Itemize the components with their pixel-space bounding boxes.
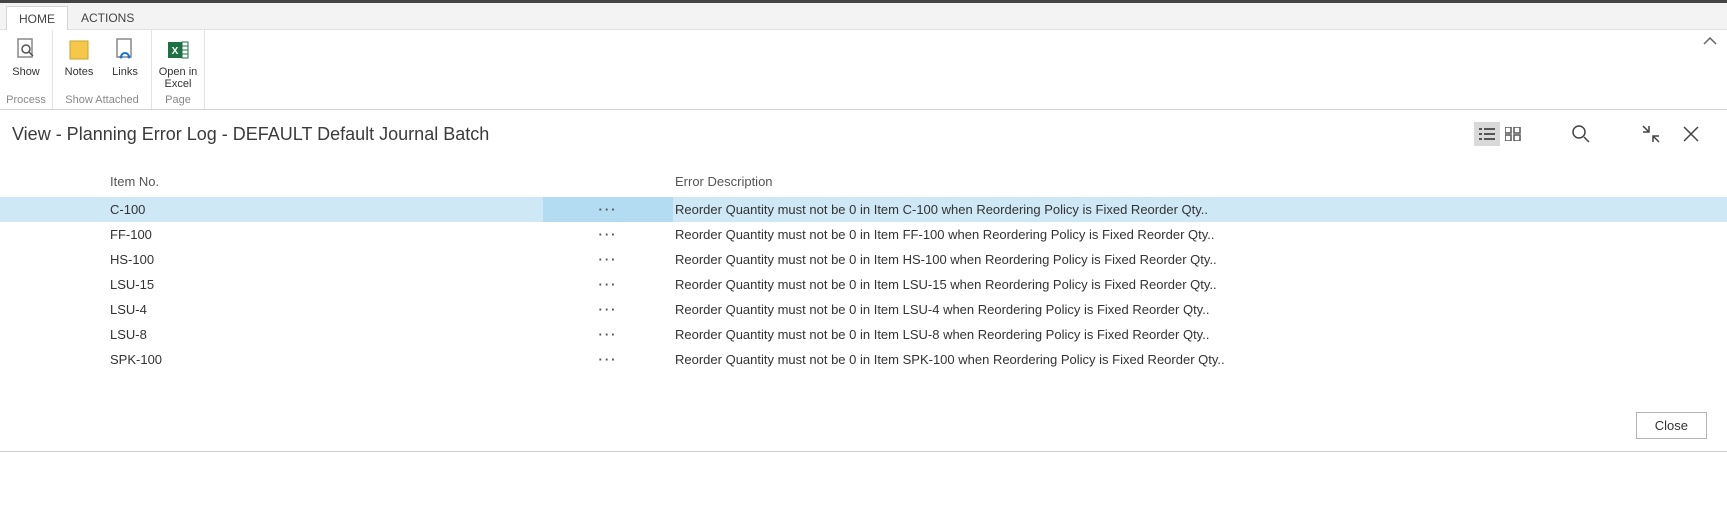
cell-item-no: LSU-15 [108,277,543,292]
row-actions-icon[interactable]: ··· [599,306,618,314]
cell-error-description: Reorder Quantity must not be 0 in Item L… [673,277,1727,292]
list-view-icon[interactable] [1474,122,1500,146]
table-row[interactable]: LSU-4 ··· Reorder Quantity must not be 0 i… [0,297,1727,322]
page-header: View - Planning Error Log - DEFAULT Defa… [0,110,1727,159]
notes-button[interactable]: Notes [57,32,101,92]
notes-icon [65,36,93,64]
magnifier-page-icon [12,36,40,64]
row-actions-icon[interactable]: ··· [599,206,618,214]
table-row[interactable]: SPK-100 ··· Reorder Quantity must not be 0… [0,347,1727,372]
row-actions-icon[interactable]: ··· [599,256,618,264]
shrink-icon[interactable] [1635,120,1667,148]
excel-icon: X [164,36,192,64]
cell-item-no: FF-100 [108,227,543,242]
row-actions-icon[interactable]: ··· [599,281,618,289]
show-label: Show [12,66,40,90]
cell-item-no: SPK-100 [108,352,543,367]
header-actions [1473,120,1707,148]
row-actions-icon[interactable]: ··· [599,331,618,339]
excel-label: Open in Excel [158,66,198,90]
cell-error-description: Reorder Quantity must not be 0 in Item F… [673,227,1727,242]
footer-bar: Close [0,402,1727,452]
ribbon-tab-home[interactable]: HOME [6,6,68,30]
cell-error-description: Reorder Quantity must not be 0 in Item L… [673,302,1727,317]
links-icon [111,36,139,64]
ribbon-group-caption-attached: Show Attached [57,92,147,109]
cell-item-no: C-100 [108,202,543,217]
close-icon[interactable] [1675,120,1707,148]
ribbon-tab-actions[interactable]: ACTIONS [68,5,147,29]
svg-text:X: X [172,46,179,57]
table-row[interactable]: FF-100 ··· Reorder Quantity must not be 0 … [0,222,1727,247]
view-mode-toggle [1473,121,1527,147]
cell-error-description: Reorder Quantity must not be 0 in Item S… [673,352,1727,367]
ribbon-group-page: X Open in Excel Page [152,30,205,109]
links-label: Links [112,66,138,90]
table-row[interactable]: LSU-8 ··· Reorder Quantity must not be 0 i… [0,322,1727,347]
table-row[interactable]: C-100 ··· Reorder Quantity must not be 0 i… [0,197,1727,222]
close-button[interactable]: Close [1636,412,1707,439]
error-log-table: Item No. Error Description C-100 ··· Reord… [0,159,1727,372]
table-header-row: Item No. Error Description [0,159,1727,197]
table-row[interactable]: LSU-15 ··· Reorder Quantity must not be 0 … [0,272,1727,297]
table-row[interactable]: HS-100 ··· Reorder Quantity must not be 0 … [0,247,1727,272]
ribbon-group-caption-process: Process [4,92,48,109]
cell-error-description: Reorder Quantity must not be 0 in Item C… [673,202,1727,217]
row-actions-icon[interactable]: ··· [599,356,618,364]
row-actions-icon[interactable]: ··· [599,231,618,239]
ribbon-group-show-attached: Notes Links Show Attached [53,30,152,109]
search-icon[interactable] [1565,120,1597,148]
cell-error-description: Reorder Quantity must not be 0 in Item H… [673,252,1727,267]
notes-label: Notes [65,66,94,90]
cell-item-no: LSU-4 [108,302,543,317]
page-title: View - Planning Error Log - DEFAULT Defa… [12,124,489,145]
ribbon-group-caption-page: Page [156,92,200,109]
column-header-error-desc[interactable]: Error Description [673,174,1727,189]
cell-item-no: HS-100 [108,252,543,267]
tile-view-icon[interactable] [1500,122,1526,146]
collapse-ribbon-icon[interactable] [1703,34,1717,50]
open-in-excel-button[interactable]: X Open in Excel [156,32,200,92]
show-button[interactable]: Show [4,32,48,92]
ribbon-group-process: Show Process [0,30,53,109]
column-header-item-no[interactable]: Item No. [108,174,543,189]
cell-item-no: LSU-8 [108,327,543,342]
cell-error-description: Reorder Quantity must not be 0 in Item L… [673,327,1727,342]
ribbon-body: Show Process Notes [0,30,1727,110]
ribbon-tab-strip: HOME ACTIONS [0,3,1727,30]
links-button[interactable]: Links [103,32,147,92]
